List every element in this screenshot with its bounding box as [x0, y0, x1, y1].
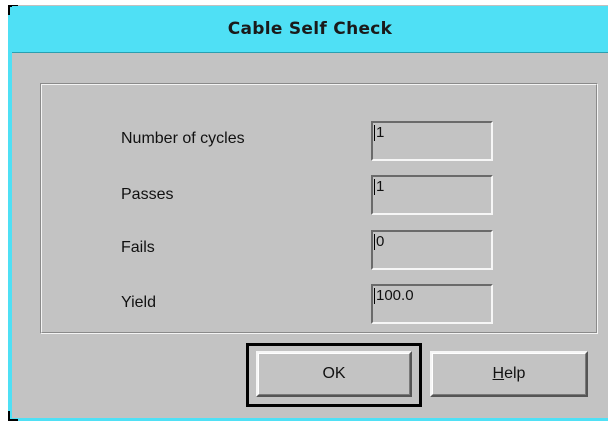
passes-field[interactable]: 1	[371, 175, 493, 215]
fails-value: 0	[374, 233, 385, 250]
yield-value: 100.0	[374, 287, 414, 304]
ok-button[interactable]: OK	[256, 351, 412, 397]
results-group: Number of cycles 1 Passes 1 Fails 0 Yiel…	[40, 83, 598, 334]
help-label-rest: elp	[504, 365, 526, 382]
fails-label: Fails	[121, 239, 155, 256]
dialog-body: Number of cycles 1 Passes 1 Fails 0 Yiel…	[12, 53, 608, 418]
title-bar[interactable]: Cable Self Check	[12, 6, 608, 53]
window-title: Cable Self Check	[227, 19, 393, 39]
passes-label: Passes	[121, 186, 174, 203]
help-button[interactable]: Help	[430, 351, 588, 397]
ok-button-label: OK	[322, 365, 346, 382]
number-of-cycles-field[interactable]: 1	[371, 121, 493, 161]
help-mnemonic: H	[492, 365, 505, 382]
cable-self-check-dialog: Cable Self Check Number of cycles 1 Pass…	[8, 5, 608, 421]
yield-label: Yield	[121, 294, 156, 311]
number-of-cycles-value: 1	[374, 124, 385, 141]
help-button-label: Help	[432, 365, 586, 383]
number-of-cycles-label: Number of cycles	[121, 130, 245, 147]
fails-field[interactable]: 0	[371, 230, 493, 270]
yield-field[interactable]: 100.0	[371, 284, 493, 324]
passes-value: 1	[374, 178, 385, 195]
